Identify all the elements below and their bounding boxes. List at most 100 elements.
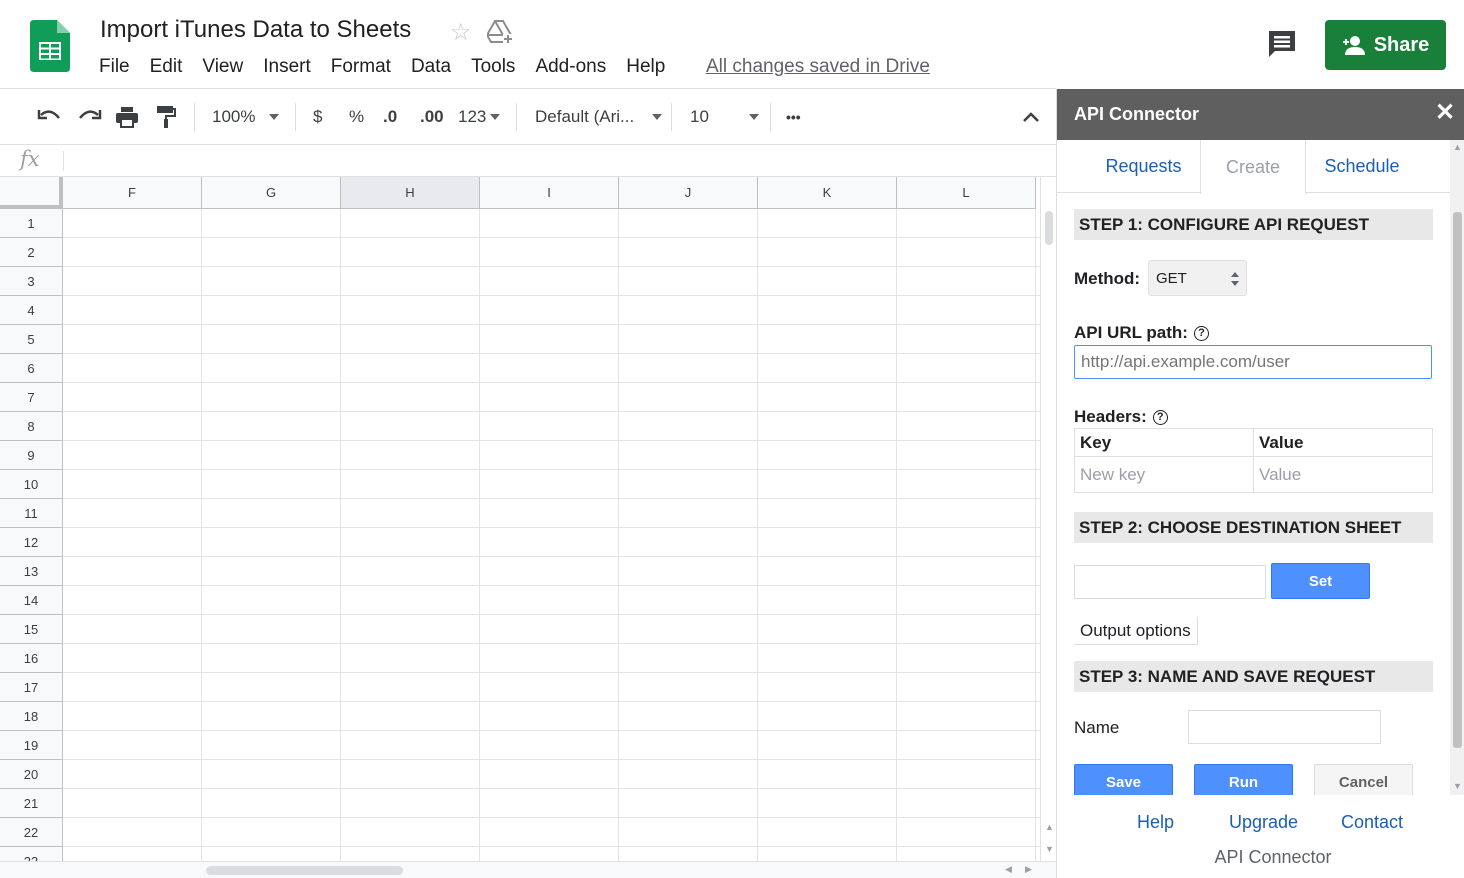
row-header-4[interactable]: 4: [0, 296, 63, 325]
collapse-toolbar-button[interactable]: [1021, 103, 1041, 131]
scroll-left-arrow-icon[interactable]: ◀: [1005, 864, 1012, 875]
scroll-down-arrow-icon[interactable]: ▼: [1453, 781, 1462, 791]
column-header-k[interactable]: K: [758, 177, 897, 209]
share-button[interactable]: Share: [1325, 20, 1446, 70]
print-button[interactable]: [115, 103, 139, 131]
row-header-14[interactable]: 14: [0, 586, 63, 615]
percent-format-button[interactable]: %: [349, 103, 364, 131]
output-options-button[interactable]: Output options: [1074, 617, 1198, 645]
toolbar-separator: [194, 103, 195, 131]
comment-icon[interactable]: [1266, 28, 1298, 60]
row-header-13[interactable]: 13: [0, 557, 63, 586]
column-header-j[interactable]: J: [619, 177, 758, 209]
column-header-i[interactable]: I: [480, 177, 619, 209]
paint-format-button[interactable]: [156, 103, 176, 131]
method-select[interactable]: GET: [1148, 260, 1247, 296]
footer-upgrade-link[interactable]: Upgrade: [1229, 812, 1298, 833]
row-header-3[interactable]: 3: [0, 267, 63, 296]
menu-tools[interactable]: Tools: [471, 56, 515, 80]
toolbar: 100% $ % .0 .00 123 Default (Ari... 10 •…: [0, 89, 1056, 145]
row-header-8[interactable]: 8: [0, 412, 63, 441]
create-request-form: STEP 1: CONFIGURE API REQUEST Method: GE…: [1057, 193, 1450, 795]
number-format-select[interactable]: 123: [458, 103, 500, 131]
row-header-1[interactable]: 1: [0, 209, 63, 238]
row-header-22[interactable]: 22: [0, 818, 63, 847]
select-all-corner[interactable]: [0, 177, 63, 209]
formula-bar[interactable]: fx: [0, 145, 1056, 177]
help-icon[interactable]: ?: [1194, 326, 1209, 341]
redo-button[interactable]: [76, 103, 102, 131]
menu-data[interactable]: Data: [411, 56, 451, 80]
row-header-18[interactable]: 18: [0, 702, 63, 731]
undo-button[interactable]: [37, 103, 63, 131]
save-button[interactable]: Save: [1074, 764, 1173, 795]
menu-add-ons[interactable]: Add-ons: [535, 56, 606, 80]
api-url-input[interactable]: [1074, 345, 1432, 379]
increase-decimal-button[interactable]: .00: [420, 103, 444, 131]
sheets-logo-icon[interactable]: [30, 20, 70, 72]
row-header-23[interactable]: 23: [0, 847, 63, 861]
footer-contact-link[interactable]: Contact: [1341, 812, 1403, 833]
row-header-17[interactable]: 17: [0, 673, 63, 702]
column-header-h[interactable]: H: [341, 177, 480, 209]
row-header-19[interactable]: 19: [0, 731, 63, 760]
grid-horizontal-scrollbar[interactable]: ◀ ▶: [0, 861, 1056, 878]
sidebar-scroll-thumb[interactable]: [1453, 212, 1462, 748]
column-header-l[interactable]: L: [897, 177, 1036, 209]
grid-vertical-scroll-thumb[interactable]: [1045, 211, 1053, 245]
person-add-icon: [1342, 35, 1366, 55]
document-title[interactable]: Import iTunes Data to Sheets: [100, 16, 411, 44]
menu-view[interactable]: View: [202, 56, 243, 80]
row-header-9[interactable]: 9: [0, 441, 63, 470]
decrease-decimal-button[interactable]: .0: [383, 103, 397, 131]
more-button[interactable]: •••: [786, 103, 801, 131]
menu-edit[interactable]: Edit: [150, 56, 183, 80]
row-header-10[interactable]: 10: [0, 470, 63, 499]
set-button[interactable]: Set: [1271, 563, 1370, 599]
row-header-11[interactable]: 11: [0, 499, 63, 528]
grid-vertical-scrollbar[interactable]: ▲ ▼: [1040, 177, 1056, 861]
menu-insert[interactable]: Insert: [263, 56, 311, 80]
menu-file[interactable]: File: [99, 56, 130, 80]
close-icon[interactable]: ✕: [1435, 101, 1455, 125]
chevron-up-icon: [1021, 111, 1041, 123]
header-key-input[interactable]: New key: [1075, 457, 1254, 493]
row-header-2[interactable]: 2: [0, 238, 63, 267]
tab-create[interactable]: Create: [1200, 140, 1306, 194]
row-header-15[interactable]: 15: [0, 615, 63, 644]
scroll-up-arrow-icon[interactable]: ▲: [1045, 822, 1054, 832]
row-header-5[interactable]: 5: [0, 325, 63, 354]
font-select[interactable]: Default (Ari...: [535, 103, 662, 131]
save-status-link[interactable]: All changes saved in Drive: [706, 56, 930, 78]
star-icon[interactable]: ☆: [450, 18, 472, 47]
column-header-g[interactable]: G: [202, 177, 341, 209]
row-header-6[interactable]: 6: [0, 354, 63, 383]
footer-help-link[interactable]: Help: [1137, 812, 1174, 833]
menu-format[interactable]: Format: [331, 56, 391, 80]
request-name-input[interactable]: [1188, 710, 1381, 744]
cancel-button[interactable]: Cancel: [1314, 764, 1413, 795]
tab-requests[interactable]: Requests: [1071, 140, 1216, 193]
destination-sheet-input[interactable]: [1074, 565, 1266, 599]
help-icon[interactable]: ?: [1153, 410, 1168, 425]
zoom-select[interactable]: 100%: [212, 103, 279, 131]
scroll-up-arrow-icon[interactable]: ▲: [1453, 142, 1462, 152]
row-header-16[interactable]: 16: [0, 644, 63, 673]
sidebar-scrollbar[interactable]: ▲ ▼: [1450, 140, 1464, 795]
row-header-12[interactable]: 12: [0, 528, 63, 557]
scroll-right-arrow-icon[interactable]: ▶: [1025, 864, 1032, 875]
header-value-input[interactable]: Value: [1254, 457, 1433, 493]
menu-help[interactable]: Help: [626, 56, 665, 80]
move-to-drive-icon[interactable]: [487, 20, 513, 44]
font-size-select[interactable]: 10: [690, 103, 759, 131]
currency-format-button[interactable]: $: [313, 103, 322, 131]
row-header-20[interactable]: 20: [0, 760, 63, 789]
run-button[interactable]: Run: [1194, 764, 1293, 795]
cell-area[interactable]: [63, 209, 1056, 861]
grid-horizontal-scroll-thumb[interactable]: [206, 866, 403, 875]
column-header-f[interactable]: F: [63, 177, 202, 209]
row-header-7[interactable]: 7: [0, 383, 63, 412]
scroll-down-arrow-icon[interactable]: ▼: [1045, 844, 1054, 854]
row-header-21[interactable]: 21: [0, 789, 63, 818]
tab-schedule[interactable]: Schedule: [1306, 140, 1418, 193]
